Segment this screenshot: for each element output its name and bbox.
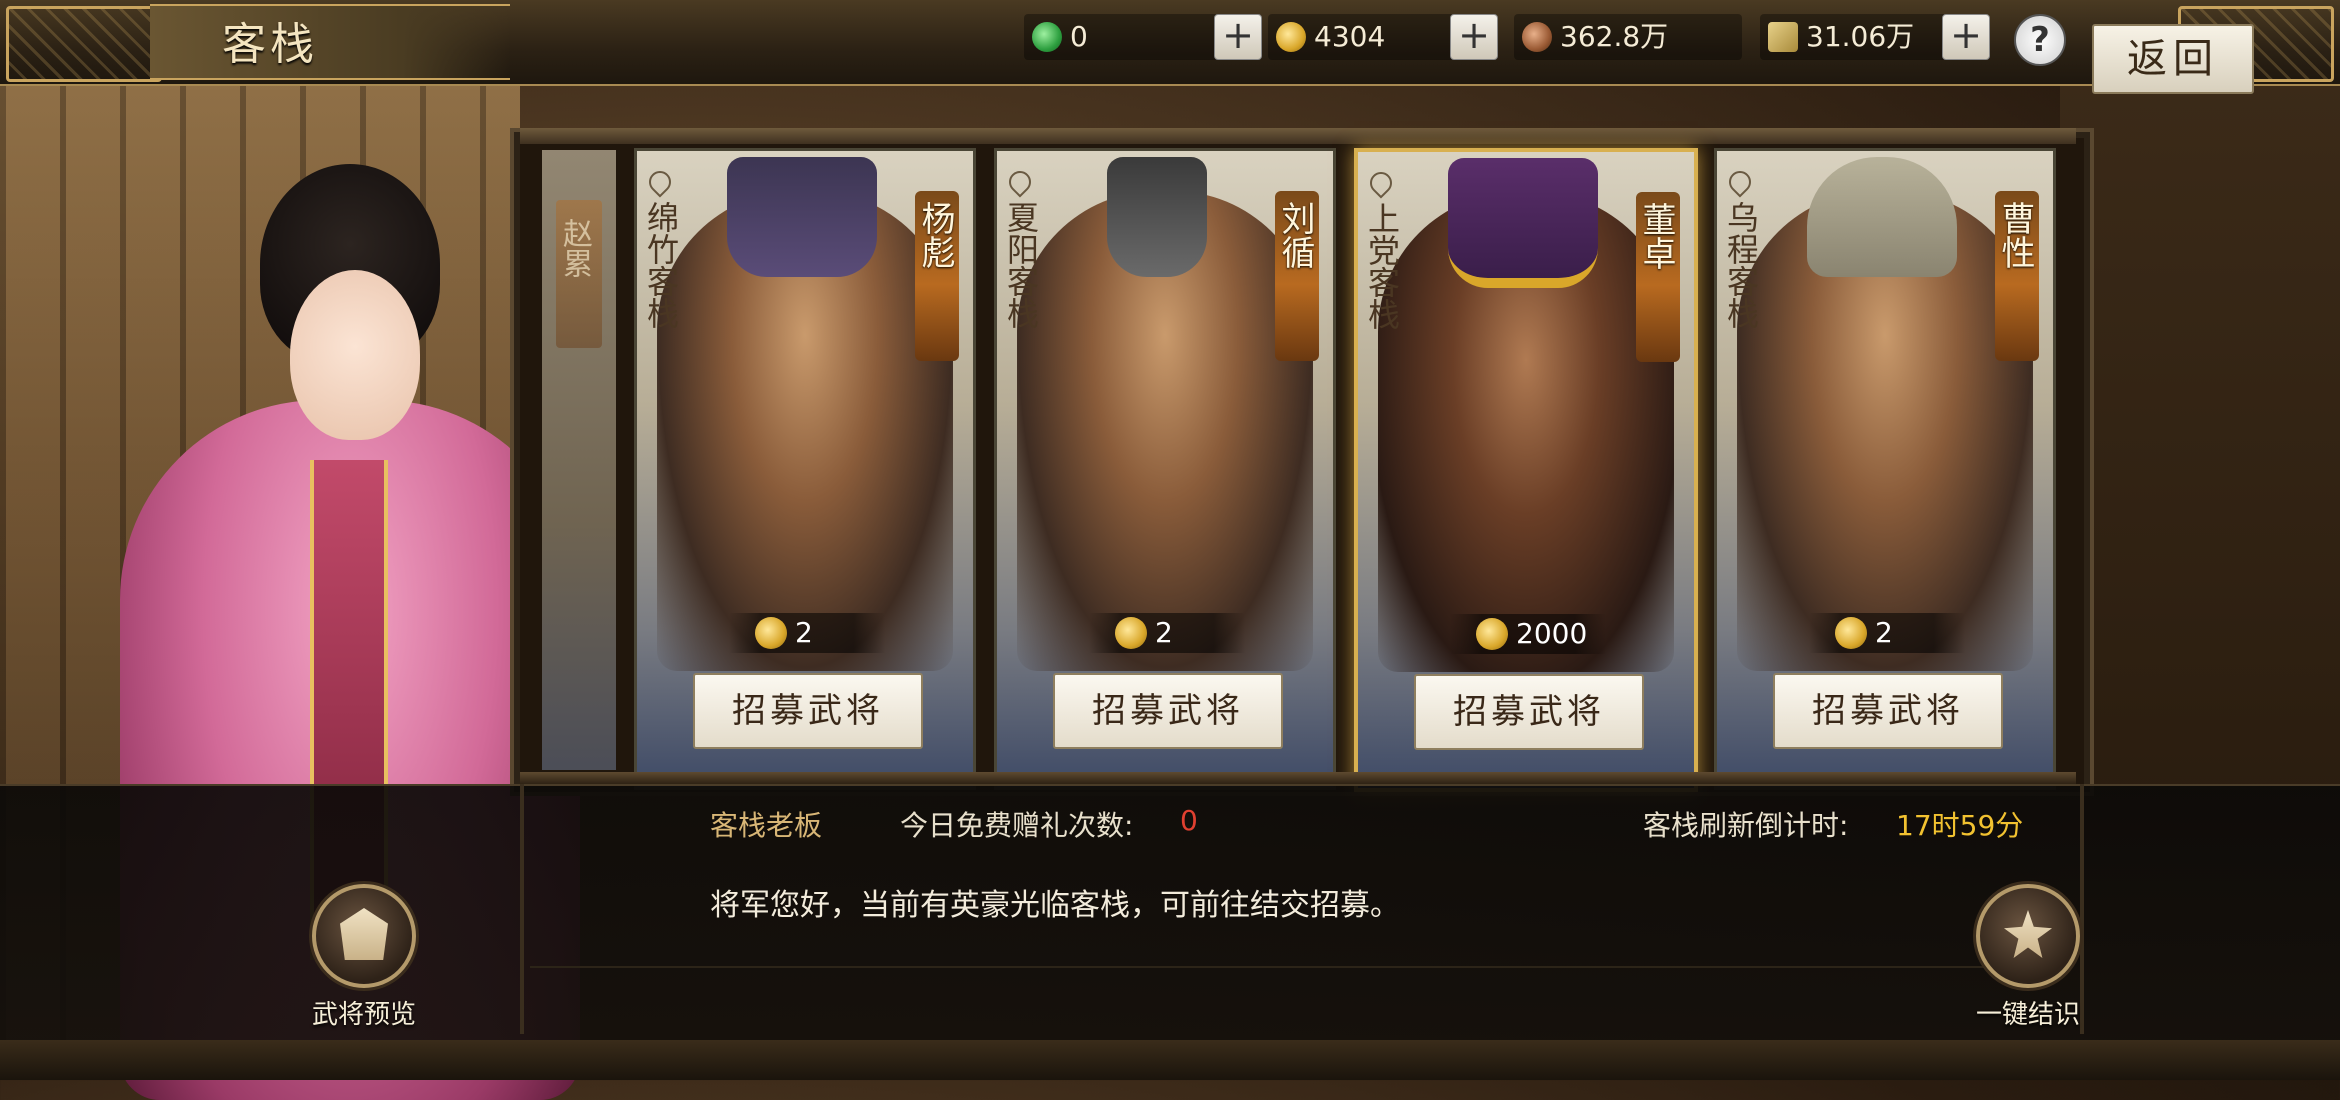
dialog-divider (530, 966, 2066, 968)
add-grain-button[interactable]: + (1942, 14, 1990, 60)
hero-location: 乌程客栈 (1722, 201, 1760, 329)
hero-name: 杨彪 (915, 201, 955, 269)
hero-hat (1107, 157, 1207, 277)
quick-meet-circle (1976, 884, 2080, 988)
help-button[interactable]: ? (2014, 14, 2066, 66)
recruit-cost: 2 (729, 613, 885, 653)
location-pin-icon (1004, 166, 1036, 198)
corner-ornament-left (6, 6, 162, 82)
grain-icon (1768, 22, 1798, 52)
partial-card-name: 赵累 (557, 218, 592, 278)
hero-name: 董卓 (1636, 202, 1676, 270)
hero-location: 上党客栈 (1363, 202, 1401, 330)
title-plate (150, 4, 510, 80)
refresh-countdown-label: 客栈刷新倒计时: (1643, 809, 1849, 842)
resource-value: 362.8万 (1560, 20, 1669, 53)
dialog-text: 将军您好，当前有英豪光临客栈，可前往结交招募。 (710, 888, 1400, 923)
hero-location: 夏阳客栈 (1002, 201, 1040, 329)
location-pin-icon (1724, 166, 1756, 198)
hero-preview-label: 武将预览 (311, 1000, 416, 1030)
hero-card-dong-zhuo[interactable]: 上党客栈 董卓 2000 招募武将 (1354, 148, 1698, 792)
recruit-button[interactable]: 招募武将 (1053, 673, 1283, 749)
gold-coin-icon (1115, 617, 1147, 649)
star-emblem-icon (2004, 910, 2052, 958)
copper-coin-icon (1522, 22, 1552, 52)
hero-name: 刘循 (1275, 201, 1315, 269)
frame-top-bar (520, 128, 2076, 144)
helmet-icon (340, 908, 388, 960)
hero-card-yang-biao[interactable]: 绵竹客栈 杨彪 2 招募武将 (634, 148, 976, 790)
resource-value: 4304 (1314, 20, 1386, 53)
cost-amount: 2 (1155, 616, 1173, 649)
gold-coin-icon (1476, 618, 1508, 650)
hero-hat (1448, 158, 1598, 288)
frame-bottom-bar (520, 772, 2076, 784)
resource-value: 0 (1070, 20, 1088, 53)
add-jade-button[interactable]: + (1214, 14, 1262, 60)
free-gift-label: 今日免费赠礼次数: (900, 809, 1134, 842)
back-button[interactable]: 返回 (2092, 24, 2254, 94)
recruit-button[interactable]: 招募武将 (693, 673, 923, 749)
quick-meet-button[interactable]: 一键结识 (1968, 884, 2088, 1031)
jade-icon (1032, 22, 1062, 52)
recruit-cost: 2000 (1450, 614, 1606, 654)
recruit-button[interactable]: 招募武将 (1414, 674, 1644, 750)
cost-amount: 2 (795, 616, 813, 649)
resource-jade: 0 + (1024, 14, 1262, 60)
innkeeper-face (290, 270, 420, 440)
refresh-countdown-time: 17时59分 (1896, 809, 2024, 842)
recruit-button[interactable]: 招募武将 (1773, 673, 2003, 749)
hero-preview-circle (312, 884, 416, 988)
gold-coin-icon (1835, 617, 1867, 649)
resource-gold: 4304 + (1268, 14, 1498, 60)
location-pin-icon (1365, 167, 1397, 199)
quick-meet-label: 一键结识 (1975, 1000, 2080, 1030)
cost-amount: 2000 (1516, 617, 1588, 650)
hero-location: 绵竹客栈 (642, 201, 680, 329)
hero-card-liu-xun[interactable]: 夏阳客栈 刘循 2 招募武将 (994, 148, 1336, 790)
gold-coin-icon (755, 617, 787, 649)
hero-hat (727, 157, 877, 277)
resource-grain: 31.06万 + (1760, 14, 1990, 60)
gold-coin-icon (1276, 22, 1306, 52)
dialog-speaker: 客栈老板 (710, 809, 823, 842)
recruit-cost: 2 (1089, 613, 1245, 653)
bottom-strip (0, 1040, 2340, 1080)
add-gold-button[interactable]: + (1450, 14, 1498, 60)
free-gift-count: 0 (1180, 804, 1198, 837)
hero-hat (1807, 157, 1957, 277)
location-pin-icon (644, 166, 676, 198)
resource-copper: 362.8万 (1514, 14, 1742, 60)
page-title: 客栈 (222, 19, 318, 70)
recruit-cost: 2 (1809, 613, 1965, 653)
hero-name: 曹性 (1995, 201, 2035, 269)
resource-value: 31.06万 (1806, 20, 1915, 53)
hero-card-cao-xing[interactable]: 乌程客栈 曹性 2 招募武将 (1714, 148, 2056, 790)
cost-amount: 2 (1875, 616, 1893, 649)
hero-preview-button[interactable]: 武将预览 (304, 884, 424, 1031)
